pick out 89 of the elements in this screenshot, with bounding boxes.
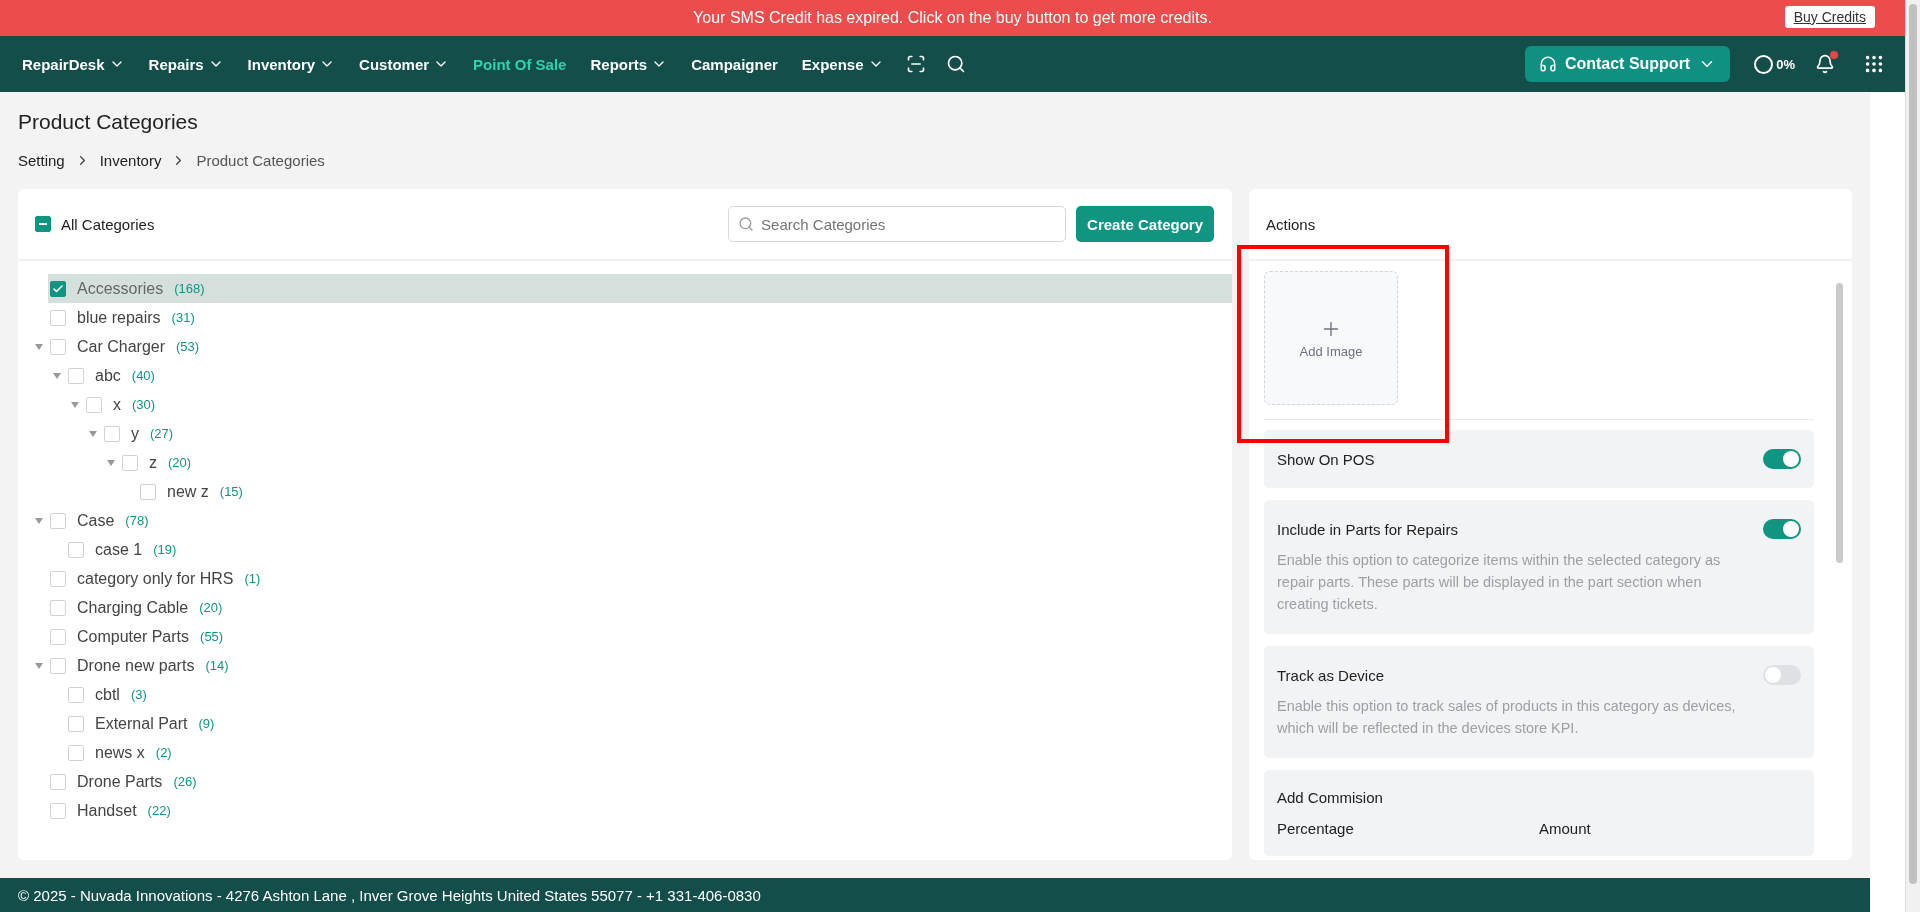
category-count: (78) [125, 513, 149, 528]
category-count: (22) [147, 803, 171, 818]
search-icon[interactable] [945, 54, 966, 74]
progress-text: 0% [1776, 56, 1795, 72]
nav-item[interactable]: Repairs [138, 55, 234, 73]
category-name[interactable]: Drone new parts [75, 652, 197, 679]
nav-item[interactable]: Expense [791, 55, 894, 73]
checkbox[interactable] [50, 280, 66, 297]
category-count: (15) [219, 484, 243, 499]
selected-row[interactable]: Accessories (168) [48, 274, 1232, 303]
category-count: (31) [171, 310, 195, 325]
category-count: (20) [168, 455, 192, 470]
category-count: (19) [153, 542, 177, 557]
field-label: Percentage [1277, 820, 1355, 837]
setting-title: Include in Parts for Repairs [1277, 520, 1458, 538]
select-all-label: All Categories [61, 215, 155, 233]
category-name[interactable]: cbtl [93, 681, 122, 708]
page-title: Product Categories [18, 110, 199, 134]
category-count: (14) [205, 658, 229, 673]
commission-title: Add Commision [1277, 789, 1384, 806]
select-all-checkbox[interactable] [35, 216, 51, 232]
buy-credits-button[interactable]: Buy Credits [1784, 6, 1875, 28]
caret-icon[interactable] [53, 372, 61, 379]
category-count: (3) [130, 687, 147, 702]
footer-text: © 2025 - Nuvada Innovations - 4276 Ashton Lane , Inver Grove Heights United States 55077 - +1 331-406-0830 [18, 886, 761, 904]
nav-item[interactable]: Point Of Sale [463, 55, 577, 73]
toggle-switch[interactable] [1763, 665, 1801, 685]
category-name[interactable]: z [147, 449, 159, 476]
category-count: (9) [198, 716, 215, 731]
check-icon [52, 282, 64, 295]
nav-item[interactable]: Inventory [237, 55, 346, 73]
category-count: (53) [176, 339, 200, 354]
breadcrumb-link[interactable]: Inventory [99, 152, 162, 169]
category-name[interactable]: y [129, 420, 141, 447]
nav-item[interactable]: Reports [580, 55, 678, 73]
breadcrumb-link[interactable]: Product Categories [196, 152, 325, 169]
page-scrollbar[interactable] [1905, 0, 1920, 912]
add-image-button[interactable]: Add Image [1264, 271, 1398, 405]
category-name[interactable]: Drone Parts [75, 768, 165, 795]
category-count: (55) [200, 629, 224, 644]
caret-icon[interactable] [35, 662, 43, 669]
toggle-switch[interactable] [1763, 519, 1801, 539]
toggle-switch[interactable] [1763, 449, 1801, 469]
breadcrumb-link[interactable]: Setting [18, 152, 65, 169]
nav-item[interactable]: Customer [349, 55, 460, 73]
category-name[interactable]: blue repairs [75, 304, 163, 331]
caret-icon[interactable] [35, 343, 43, 350]
category-name[interactable]: External Part [93, 710, 190, 737]
category-name[interactable]: case 1 [93, 536, 145, 563]
contact-support-button[interactable]: Contact Support [1524, 46, 1731, 82]
field-label: Amount [1539, 820, 1592, 837]
category-name[interactable]: news x [93, 739, 147, 766]
caret-icon[interactable] [71, 401, 79, 408]
caret-icon[interactable] [35, 517, 43, 524]
apps-grid-icon[interactable] [1863, 53, 1885, 75]
category-count: (1) [244, 571, 261, 586]
category-name[interactable]: new z [165, 478, 211, 505]
category-name[interactable]: Charging Cable [75, 594, 191, 621]
caret-icon[interactable] [89, 430, 97, 437]
category-name[interactable]: Case [75, 507, 117, 534]
setting-description: Enable this option to track sales of products in this category as devices, which will be reflected in the devices store KPI. [1277, 697, 1737, 738]
headphones-icon [1538, 55, 1557, 73]
category-name[interactable]: Handset [75, 797, 139, 824]
scan-icon[interactable] [905, 54, 926, 74]
category-count: (40) [131, 368, 155, 383]
create-category-button[interactable]: Create Category [1076, 206, 1214, 242]
banner-message: Your SMS Credit has expired. Click on the buy button to get more credits. [693, 9, 1212, 27]
category-name[interactable]: Car Charger [75, 333, 168, 360]
setting-description: Enable this option to categorize items within the selected category as repair parts. These parts will be displayed in the part section when creating tickets. [1277, 551, 1722, 614]
category-name[interactable]: Computer Parts [75, 623, 192, 650]
category-count: (2) [155, 745, 172, 760]
category-count: (27) [150, 426, 174, 441]
search-field[interactable]: Search Categories [728, 206, 1067, 242]
category-name[interactable]: x [111, 391, 123, 418]
actions-title: Actions [1266, 215, 1316, 233]
category-count: (30) [132, 397, 156, 412]
setting-title: Show On POS [1277, 450, 1375, 468]
nav-item[interactable]: Campaigner [681, 55, 788, 73]
category-count: (168) [174, 281, 205, 296]
caret-icon[interactable] [107, 459, 115, 466]
category-count: (26) [173, 774, 197, 789]
progress-indicator[interactable]: 0% [1754, 54, 1795, 74]
nav-item[interactable]: RepairDesk [12, 55, 135, 73]
circle-icon [1754, 54, 1774, 74]
category-name[interactable]: category only for HRS [75, 565, 236, 592]
bell-icon[interactable] [1815, 54, 1835, 74]
category-name[interactable]: abc [93, 362, 123, 389]
category-count: (20) [199, 600, 223, 615]
setting-title: Track as Device [1277, 666, 1384, 684]
